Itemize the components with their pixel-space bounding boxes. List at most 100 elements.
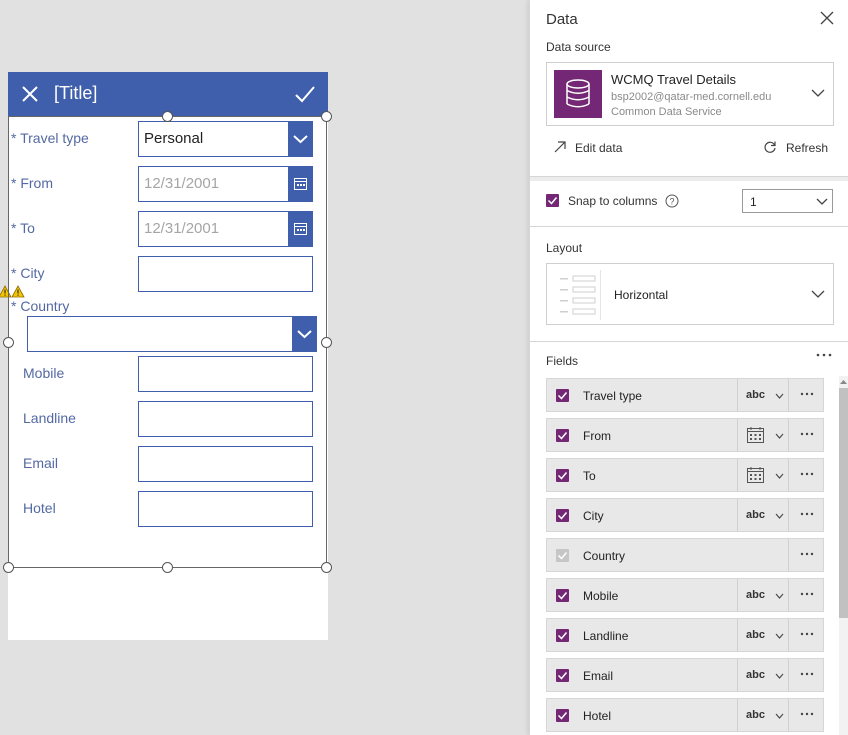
email-input[interactable]	[138, 446, 313, 482]
control-type-selector[interactable]: abc	[737, 579, 788, 611]
control-type-selector[interactable]: abc	[737, 379, 788, 411]
field-row-from[interactable]: From	[546, 418, 824, 452]
field-more-button[interactable]	[788, 419, 824, 451]
layout-selector[interactable]: Horizontal	[546, 263, 834, 325]
mobile-input[interactable]	[138, 356, 313, 392]
chevron-down-icon[interactable]	[288, 121, 313, 157]
email-row: Email	[8, 446, 328, 482]
mobile-row: Mobile	[8, 356, 328, 392]
calendar-icon[interactable]	[288, 166, 313, 202]
field-more-button[interactable]	[788, 579, 824, 611]
scroll-up-icon[interactable]	[839, 378, 848, 386]
field-row-country[interactable]: Country	[546, 538, 824, 572]
field-checkbox[interactable]	[556, 669, 569, 682]
to-value: 12/31/2001	[144, 220, 220, 237]
resize-handle[interactable]	[321, 111, 332, 122]
field-row-hotel[interactable]: Hotel abc	[546, 698, 824, 732]
field-row-city[interactable]: City abc	[546, 498, 824, 532]
resize-handle[interactable]	[3, 562, 14, 573]
field-name: Email	[583, 669, 614, 683]
resize-handle[interactable]	[321, 562, 332, 573]
form-title: [Title]	[54, 83, 98, 103]
refresh-link[interactable]: Refresh	[786, 141, 828, 155]
form-screen: [Title] * Travel type Personal * From 12…	[8, 72, 328, 640]
chevron-down-icon	[775, 673, 784, 679]
chevron-down-icon[interactable]	[292, 316, 317, 352]
help-icon[interactable]: ?	[665, 194, 679, 208]
control-type-selector[interactable]: abc	[737, 619, 788, 651]
more-icon	[800, 432, 814, 436]
data-source-label: Data source	[546, 40, 611, 54]
resize-handle[interactable]	[162, 562, 173, 573]
chevron-down-icon	[775, 473, 784, 479]
more-icon[interactable]	[816, 352, 832, 358]
warning-icon[interactable]	[11, 285, 25, 298]
travel-type-row: * Travel type Personal	[8, 121, 328, 157]
field-more-button[interactable]	[788, 499, 824, 531]
field-more-button[interactable]	[788, 459, 824, 491]
edit-data-link[interactable]: Edit data	[575, 141, 622, 155]
field-checkbox[interactable]	[556, 589, 569, 602]
resize-handle[interactable]	[162, 111, 173, 122]
field-checkbox	[556, 549, 569, 562]
email-label: Email	[23, 455, 59, 471]
scrollbar-thumb[interactable]	[839, 388, 848, 618]
field-row-landline[interactable]: Landline abc	[546, 618, 824, 652]
city-input[interactable]	[138, 256, 313, 292]
control-type-selector[interactable]	[737, 459, 788, 491]
calendar-icon	[747, 427, 764, 443]
field-checkbox[interactable]	[556, 429, 569, 442]
travel-type-label: * Travel type	[11, 130, 89, 146]
landline-input[interactable]	[138, 401, 313, 437]
from-date-picker[interactable]: 12/31/2001	[138, 166, 313, 202]
field-checkbox[interactable]	[556, 469, 569, 482]
field-more-button[interactable]	[788, 659, 824, 691]
snap-checkbox[interactable]	[546, 194, 559, 207]
control-type-text: abc	[746, 389, 765, 401]
field-more-button[interactable]	[788, 379, 824, 411]
close-icon[interactable]	[20, 84, 40, 104]
field-more-button[interactable]	[788, 699, 824, 731]
control-type-selector[interactable]: abc	[737, 699, 788, 731]
chevron-down-icon[interactable]	[811, 89, 825, 98]
field-row-travel-type[interactable]: Travel type abc	[546, 378, 824, 412]
travel-type-dropdown[interactable]: Personal	[138, 121, 313, 157]
field-row-to[interactable]: To	[546, 458, 824, 492]
control-type-selector[interactable]: abc	[737, 659, 788, 691]
calendar-icon	[747, 467, 764, 483]
calendar-icon[interactable]	[288, 211, 313, 247]
more-icon	[800, 552, 814, 556]
country-label: * Country	[11, 298, 70, 314]
city-row: * City	[8, 256, 328, 292]
control-type-selector[interactable]	[737, 419, 788, 451]
close-icon[interactable]	[820, 11, 834, 25]
to-date-picker[interactable]: 12/31/2001	[138, 211, 313, 247]
landline-label: Landline	[23, 410, 76, 426]
checkmark-icon[interactable]	[294, 84, 316, 104]
field-more-button[interactable]	[788, 539, 824, 571]
divider	[530, 341, 848, 342]
field-name: City	[583, 509, 604, 523]
from-label: * From	[11, 175, 53, 191]
edit-arrow-icon[interactable]	[553, 140, 567, 154]
control-type-selector[interactable]: abc	[737, 499, 788, 531]
country-dropdown[interactable]	[27, 316, 317, 352]
field-name: Country	[583, 549, 626, 563]
field-name: Mobile	[583, 589, 619, 603]
more-icon	[800, 392, 814, 396]
field-row-mobile[interactable]: Mobile abc	[546, 578, 824, 612]
field-checkbox[interactable]	[556, 709, 569, 722]
refresh-icon[interactable]	[763, 140, 777, 154]
hotel-input[interactable]	[138, 491, 313, 527]
resize-handle[interactable]	[321, 337, 332, 348]
field-checkbox[interactable]	[556, 389, 569, 402]
data-source-selector[interactable]: WCMQ Travel Details bsp2002@qatar-med.co…	[546, 62, 834, 126]
field-row-email[interactable]: Email abc	[546, 658, 824, 692]
field-checkbox[interactable]	[556, 629, 569, 642]
columns-dropdown[interactable]: 1	[742, 189, 833, 213]
to-label: * To	[11, 220, 35, 236]
control-type-text: abc	[746, 589, 765, 601]
resize-handle[interactable]	[3, 337, 14, 348]
field-checkbox[interactable]	[556, 509, 569, 522]
field-more-button[interactable]	[788, 619, 824, 651]
